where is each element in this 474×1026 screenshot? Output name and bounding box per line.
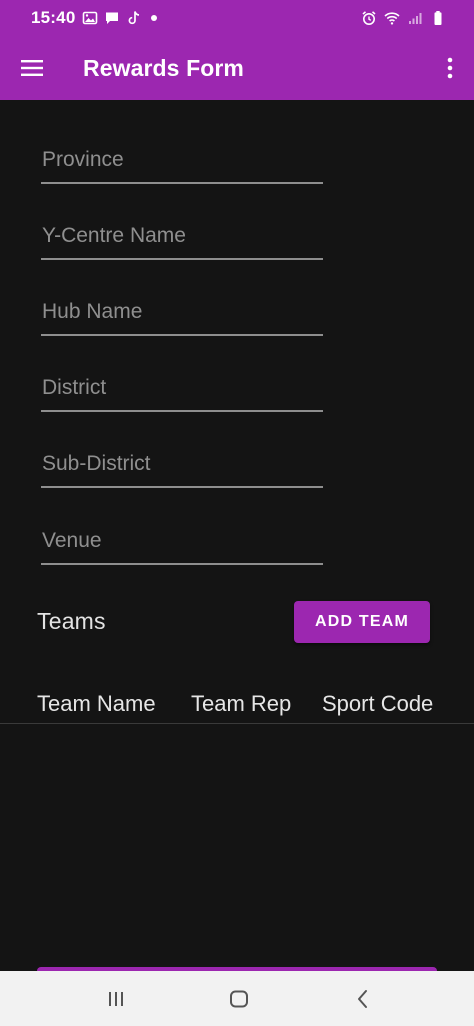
menu-button[interactable]	[14, 50, 50, 86]
wifi-icon	[384, 10, 400, 26]
system-nav-bar	[0, 971, 474, 1026]
recents-button[interactable]	[102, 985, 130, 1013]
column-header-team-rep: Team Rep	[191, 691, 292, 716]
sub-district-input[interactable]	[41, 448, 323, 486]
more-vert-icon	[447, 57, 453, 79]
status-left-icons	[82, 9, 157, 27]
battery-icon	[430, 10, 446, 26]
add-team-button[interactable]: ADD TEAM	[294, 601, 430, 643]
home-button[interactable]	[225, 985, 253, 1013]
overflow-menu-button[interactable]	[438, 50, 462, 86]
province-field[interactable]	[41, 144, 323, 184]
status-bar: 15:40	[0, 0, 474, 36]
column-header-team-name: Team Name	[37, 691, 156, 716]
back-icon	[358, 990, 367, 1008]
column-header-sport-code: Sport Code	[322, 691, 434, 716]
image-icon	[82, 10, 98, 26]
hub-name-field[interactable]	[41, 296, 323, 336]
y-centre-name-input[interactable]	[41, 220, 323, 258]
district-input[interactable]	[41, 372, 323, 410]
notification-dot-icon	[151, 15, 157, 21]
menu-icon	[21, 60, 43, 76]
teams-heading: Teams	[37, 608, 106, 634]
status-right-icons	[361, 9, 446, 27]
district-field[interactable]	[41, 372, 323, 412]
hub-name-input[interactable]	[41, 296, 323, 334]
home-icon	[230, 990, 248, 1008]
sub-district-field[interactable]	[41, 448, 323, 488]
tiktok-icon	[126, 10, 142, 26]
back-button[interactable]	[349, 985, 377, 1013]
venue-input[interactable]	[41, 525, 323, 563]
app-bar-title: Rewards Form	[83, 55, 244, 81]
status-time: 15:40	[31, 8, 76, 27]
alarm-icon	[361, 10, 377, 26]
province-input[interactable]	[41, 144, 323, 182]
message-icon	[104, 10, 120, 26]
recents-icon	[109, 992, 123, 1006]
signal-icon	[407, 10, 423, 26]
app-screen: 15:40 Rewards Form Province Y-Centre Nam…	[0, 0, 474, 1026]
venue-field[interactable]	[41, 525, 323, 565]
y-centre-name-field[interactable]	[41, 220, 323, 260]
table-header-divider	[0, 723, 474, 724]
app-bar: Rewards Form	[0, 36, 474, 100]
